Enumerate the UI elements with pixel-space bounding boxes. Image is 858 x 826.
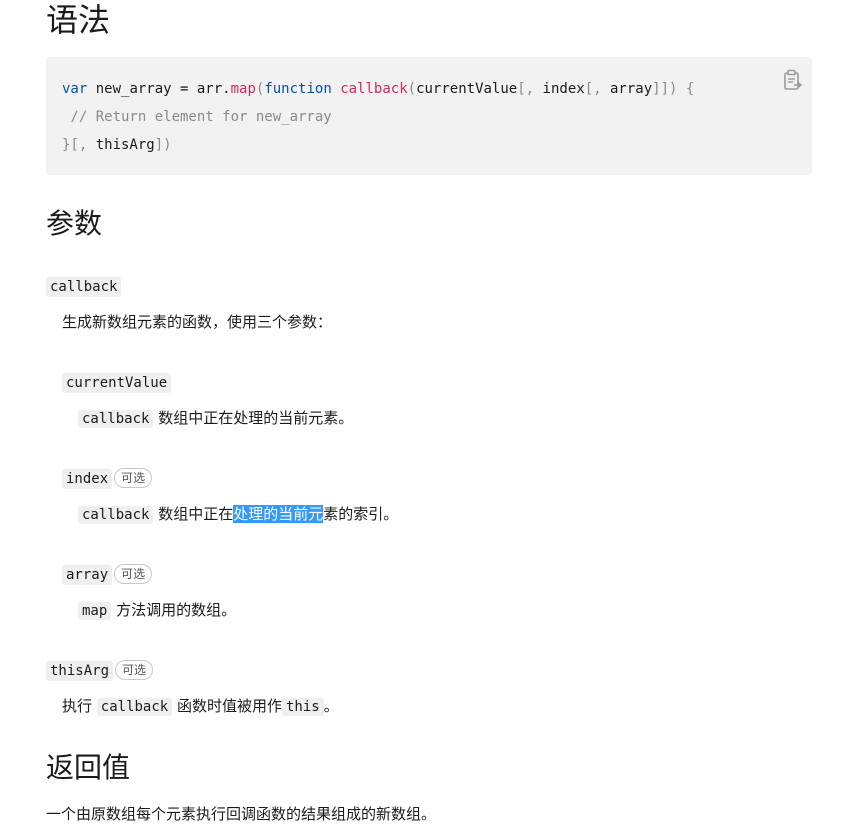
return-value-heading: 返回值 [46,751,131,784]
param-array-term: array 可选 [62,564,153,585]
inline-code: callback [78,410,154,428]
code-keyword-function: function [264,81,332,97]
code-punct: [, [584,81,610,97]
code-line-3: }[, thisArg]) [62,131,172,159]
inline-code: map [78,602,112,620]
param-callback-desc: 生成新数组元素的函数，使用三个参数： [62,313,333,331]
desc-text: 数组中正在 [153,505,234,523]
code-line-1: var new_array = arr.map ( function callbac… [62,75,694,103]
param-name: currentValue [62,373,172,393]
param-callback-term: callback [46,276,122,297]
param-currentValue-desc: callback 数组中正在处理的当前元素。 [78,406,353,431]
desc-text: 。 [323,697,339,715]
param-name: thisArg [46,661,114,681]
param-index-term: index 可选 [62,468,153,489]
desc-text: 数组中正在处理的当前元素。 [153,409,354,427]
parameters-heading: 参数 [46,207,103,240]
code-text: new_array = arr. [87,81,231,97]
param-thisArg-desc: 执行 callback 函数时值被用作 this。 [62,694,339,719]
param-name: callback [46,277,122,297]
clipboard-copy-icon[interactable] [783,69,803,91]
code-keyword-var: var [62,81,88,97]
optional-badge: 可选 [114,468,153,488]
desc-text: 素的索引。 [323,505,399,523]
param-index-desc: callback 数组中正在处理的当前元素的索引。 [78,502,398,527]
code-param-index: index [542,81,585,97]
syntax-heading: 语法 [46,1,111,39]
param-name: index [62,469,113,489]
code-param-array: array [609,81,653,97]
code-punct: ( [407,81,417,97]
param-array-desc: map 方法调用的数组。 [78,598,236,623]
return-value-desc: 一个由原数组每个元素执行回调函数的结果组成的新数组。 [46,805,437,823]
param-name: array [62,565,113,585]
param-thisArg-term: thisArg 可选 [46,660,154,681]
text-selection-highlight[interactable]: 处理的当前元 [233,505,324,523]
param-currentValue-term: currentValue [62,372,172,393]
code-punct: }[, [62,137,96,153]
desc-text: 执行 [62,697,97,715]
code-fn-callback: callback [340,81,408,97]
inline-code: callback [78,506,154,524]
inline-code: this [282,698,324,716]
inline-code: callback [96,698,173,716]
code-punct: ]) [154,137,172,153]
code-param-thisArg: thisArg [95,137,155,153]
code-method-map: map [230,81,256,97]
code-line-2-comment: // Return element for new_array [62,109,332,125]
desc-text: 函数时值被用作 [172,697,282,715]
optional-badge: 可选 [115,660,154,680]
code-param-currentValue: currentValue [416,81,518,97]
code-punct: [, [517,81,543,97]
optional-badge: 可选 [114,564,153,584]
desc-text: 方法调用的数组。 [111,601,237,619]
code-punct: ]]) { [652,81,695,97]
